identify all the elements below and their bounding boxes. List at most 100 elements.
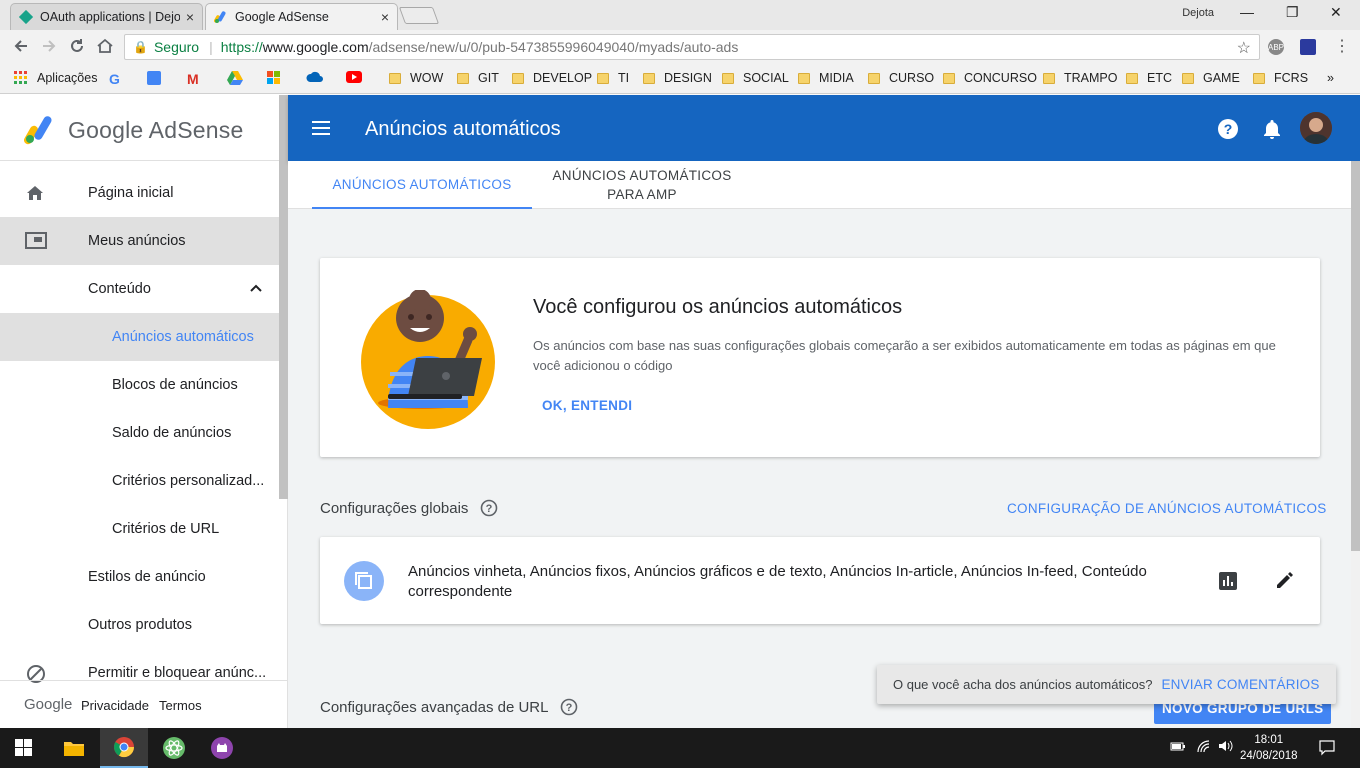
taskbar-github-desktop[interactable] [198,728,246,768]
sidebar-item-ad-balance[interactable]: Saldo de anúncios [0,409,279,457]
sidebar-scrollbar[interactable] [279,95,288,499]
sidebar-item-ad-units[interactable]: Blocos de anúncios [0,361,279,409]
drive-bookmark-icon[interactable] [227,71,243,85]
user-avatar[interactable] [1300,112,1332,144]
sidebar-item-url-channels[interactable]: Critérios de URL [0,505,279,553]
chrome-icon [114,737,135,758]
system-clock[interactable]: 18:01 24/08/2018 [1240,732,1298,764]
taskbar-chrome[interactable] [100,728,148,768]
sidebar-item-label: Página inicial [88,185,174,201]
help-circle-icon[interactable]: ? [560,698,578,716]
tab-label: ANÚNCIOS AUTOMÁTICOS [552,168,732,183]
bar-chart-icon[interactable] [1219,572,1237,590]
tab-auto-ads[interactable]: ANÚNCIOS AUTOMÁTICOS [312,161,532,209]
help-circle-icon[interactable]: ? [480,499,498,517]
page-title: Anúncios automáticos [365,118,561,140]
notifications-bell-icon[interactable] [1261,118,1283,140]
youtube-bookmark-icon[interactable] [346,71,362,83]
chevron-up-icon[interactable] [247,279,265,297]
start-button[interactable] [0,728,48,768]
action-center-icon[interactable] [1319,740,1335,756]
snackbar-text: O que você acha dos anúncios automáticos… [893,677,1153,692]
sidebar-item-home[interactable]: Página inicial [0,169,279,217]
sidebar-item-other-products[interactable]: Outros produtos [0,601,279,649]
google-bookmark-icon[interactable]: G [109,71,120,87]
adblock-extension-icon[interactable]: ABP [1268,39,1284,55]
bookmark-folder-ti[interactable]: TI [597,71,629,85]
sidebar-item-content[interactable]: Conteúdo [0,265,279,313]
wifi-icon[interactable] [1196,739,1212,753]
bookmarks-overflow-button[interactable]: » [1327,71,1334,85]
ok-got-it-button[interactable]: OK, ENTENDI [542,398,632,413]
bookmark-folder-design[interactable]: DESIGN [643,71,712,85]
browser-menu-icon[interactable]: ⋮ [1334,36,1350,56]
bookmark-folder-social[interactable]: SOCIAL [722,71,789,85]
back-arrow-icon[interactable] [12,37,30,55]
global-settings-card: Anúncios vinheta, Anúncios fixos, Anúnci… [320,537,1320,624]
scrollbar-thumb[interactable] [1351,161,1360,551]
ad-unit-icon [25,232,47,249]
sidebar-item-my-ads[interactable]: Meus anúncios [0,217,279,265]
sidebar-item-custom-channels[interactable]: Critérios personalizad... [0,457,279,505]
card-title: Você configurou os anúncios automáticos [533,296,903,318]
bookmark-folder-fcrs[interactable]: FCRS [1253,71,1308,85]
main-scrollbar[interactable] [1351,161,1360,728]
address-bar[interactable]: 🔒 Seguro | https://www.google.com/adsens… [124,34,1260,60]
maximize-icon[interactable]: ❐ [1286,4,1299,21]
volume-icon[interactable] [1218,739,1234,753]
battery-icon[interactable] [1170,739,1186,753]
taskbar-atom[interactable] [150,728,198,768]
section-title-advanced: Configurações avançadas de URL ? [320,698,578,716]
hamburger-menu-icon[interactable] [312,121,332,135]
bookmark-folder-wow[interactable]: WOW [389,71,443,85]
sidebar-item-label: Estilos de anúncio [88,569,206,585]
sidebar-item-ad-styles[interactable]: Estilos de anúncio [0,553,279,601]
section-title-text: Configurações globais [320,499,469,517]
gmail-bookmark-icon[interactable]: M [187,71,199,87]
bookmark-label: TI [618,71,630,85]
extension-icon[interactable] [1300,39,1316,55]
reload-icon[interactable] [68,37,86,55]
tab-auto-ads-amp[interactable]: ANÚNCIOS AUTOMÁTICOS PARA AMP [532,161,752,209]
adsense-logo[interactable]: Google AdSense [24,113,243,147]
window-close-icon[interactable]: ✕ [1330,4,1342,21]
bookmark-folder-develop[interactable]: DEVELOP [512,71,592,85]
bookmark-folder-midia[interactable]: MIDIA [798,71,854,85]
auto-ads-config-link[interactable]: CONFIGURAÇÃO DE ANÚNCIOS AUTOMÁTICOS [1007,501,1327,516]
taskbar-file-explorer[interactable] [50,728,98,768]
adsense-logo-icon [24,116,52,145]
profile-name[interactable]: Dejota [1182,7,1214,19]
browser-tab-adsense[interactable]: Google AdSense × [205,3,398,30]
help-icon[interactable]: ? [1217,118,1239,140]
ad-formats-icon-circle [344,561,384,601]
bookmark-folder-concurso[interactable]: CONCURSO [943,71,1037,85]
bookmark-folder-git[interactable]: GIT [457,71,499,85]
bookmark-folder-game[interactable]: GAME [1182,71,1240,85]
browser-tab-oauth[interactable]: OAuth applications | Dejo × [10,3,203,30]
send-feedback-button[interactable]: ENVIAR COMENTÁRIOS [1161,677,1319,692]
forward-arrow-icon[interactable] [40,37,58,55]
new-tab-button[interactable] [398,7,440,24]
terms-link[interactable]: Termos [159,698,202,713]
close-icon[interactable]: × [186,9,194,25]
onedrive-bookmark-icon[interactable] [306,71,324,83]
sidebar-item-auto-ads[interactable]: Anúncios automáticos [0,313,279,361]
bookmark-star-icon[interactable]: ☆ [1237,38,1251,58]
bookmarks-bar: Aplicações G M WOW GIT DEVELOP TI DESIGN… [0,64,1360,94]
copy-layers-icon [355,572,372,589]
atom-icon [163,737,185,759]
bookmark-folder-etc[interactable]: ETC [1126,71,1172,85]
microsoft-bookmark-icon[interactable] [267,71,281,85]
bookmark-label: FCRS [1274,71,1309,85]
minimize-icon[interactable]: — [1240,4,1254,20]
translate-bookmark-icon[interactable] [147,71,161,85]
bookmark-apps[interactable]: Aplicações [14,71,97,85]
edit-pencil-icon[interactable] [1274,571,1294,591]
privacy-link[interactable]: Privacidade [81,698,149,713]
bookmark-folder-curso[interactable]: CURSO [868,71,934,85]
close-icon[interactable]: × [381,9,389,25]
bookmark-folder-trampo[interactable]: TRAMPO [1043,71,1117,85]
home-icon[interactable] [96,37,114,55]
sidebar-footer: Google Privacidade Termos [0,680,288,728]
bookmark-label: DEVELOP [533,71,593,85]
